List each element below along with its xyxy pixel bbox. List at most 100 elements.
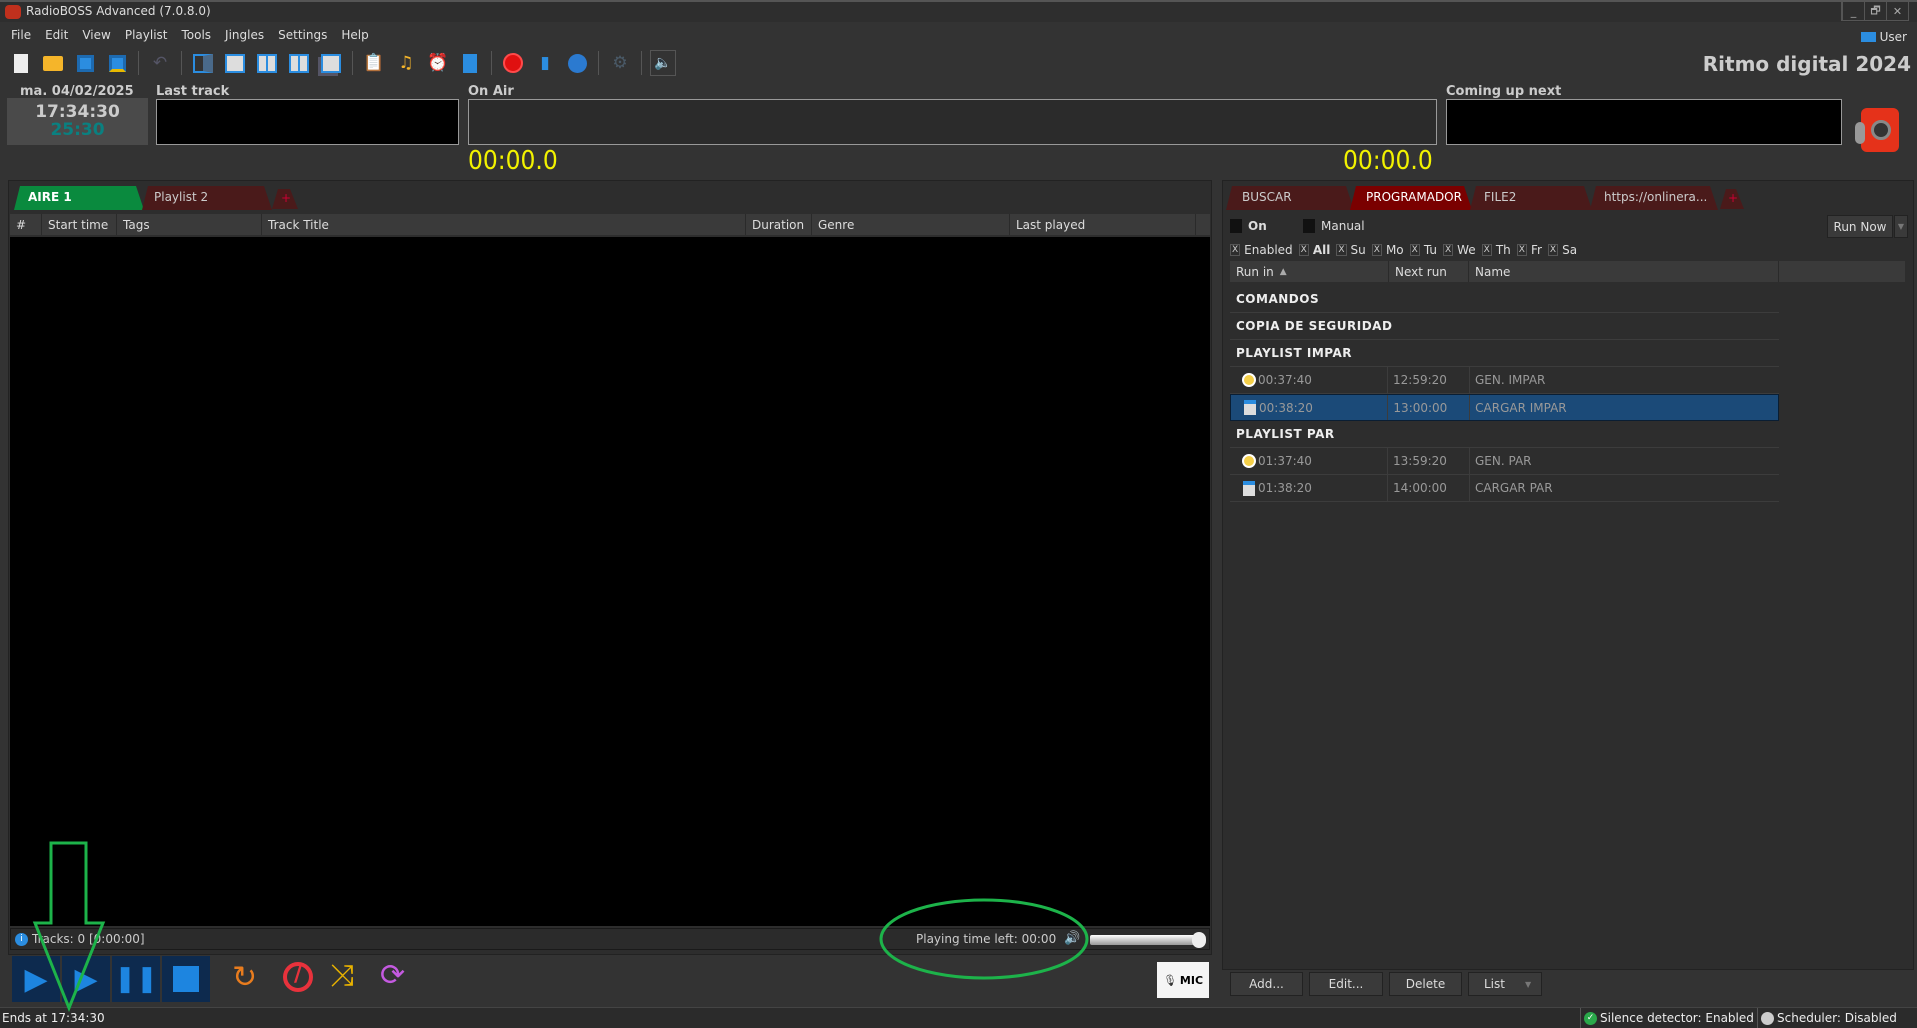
- playlist-track-list[interactable]: [10, 237, 1210, 926]
- filter-checkbox[interactable]: X: [1481, 244, 1492, 256]
- manual-checkbox[interactable]: Manual: [1303, 219, 1365, 233]
- scheduler-status[interactable]: Scheduler: Disabled: [1757, 1008, 1897, 1028]
- menu-tools[interactable]: Tools: [174, 28, 218, 42]
- pause-button[interactable]: ❚❚: [112, 956, 160, 1002]
- col-last-played[interactable]: Last played: [1010, 214, 1196, 235]
- tab-programador[interactable]: PROGRAMADOR: [1350, 186, 1472, 210]
- run-now-dropdown[interactable]: ▼: [1894, 215, 1908, 238]
- event-row[interactable]: 00:38:20 13:00:00 CARGAR IMPAR: [1230, 394, 1779, 421]
- filter-label: Su: [1350, 243, 1366, 257]
- stats-icon[interactable]: ▮: [532, 50, 558, 76]
- layout4-icon[interactable]: [286, 50, 312, 76]
- mic-button[interactable]: 🎙 MIC: [1157, 962, 1209, 998]
- scheduler-label: Scheduler: Disabled: [1777, 1011, 1897, 1025]
- menu-playlist[interactable]: Playlist: [118, 28, 175, 42]
- tab-buscar[interactable]: BUSCAR: [1226, 186, 1354, 210]
- delete-button[interactable]: Delete: [1389, 972, 1462, 996]
- disable-button[interactable]: /: [283, 962, 313, 992]
- filter-checkbox[interactable]: X: [1298, 244, 1309, 256]
- layout3-icon[interactable]: [254, 50, 280, 76]
- filter-checkbox[interactable]: X: [1230, 244, 1241, 256]
- save-icon[interactable]: [72, 50, 98, 76]
- play-next-button[interactable]: ▶: [62, 956, 110, 1002]
- new-icon[interactable]: [8, 50, 34, 76]
- filter-label: All: [1312, 243, 1331, 257]
- event-row[interactable]: 00:37:40 12:59:20 GEN. IMPAR: [1230, 367, 1779, 394]
- tab-playlist-2[interactable]: Playlist 2: [142, 186, 272, 210]
- group-row[interactable]: COPIA DE SEGURIDAD: [1230, 313, 1779, 340]
- col-tags[interactable]: Tags: [117, 214, 262, 235]
- volume-slider[interactable]: [1090, 932, 1206, 948]
- next-run: 12:59:20: [1388, 367, 1470, 393]
- ends-at: Ends at 17:34:30: [2, 1011, 105, 1025]
- add-button[interactable]: Add...: [1230, 972, 1303, 996]
- report-icon[interactable]: 📋: [361, 50, 387, 76]
- group-row[interactable]: PLAYLIST IMPAR: [1230, 340, 1779, 367]
- tab-aire-1[interactable]: AIRE 1: [14, 186, 144, 210]
- close-button[interactable]: ✕: [1886, 2, 1908, 20]
- menu-file[interactable]: File: [4, 28, 38, 42]
- user-button[interactable]: User: [1860, 30, 1907, 44]
- mute-icon[interactable]: 🔈: [650, 50, 676, 76]
- add-tab-button[interactable]: +: [1720, 189, 1744, 209]
- event-row[interactable]: 01:38:20 14:00:00 CARGAR PAR: [1230, 475, 1779, 502]
- event-name: CARGAR IMPAR: [1475, 400, 1567, 415]
- user-card-icon: [1860, 32, 1876, 42]
- col-genre[interactable]: Genre: [812, 214, 1010, 235]
- menu-help[interactable]: Help: [334, 28, 375, 42]
- music-folder-icon[interactable]: ♫: [393, 50, 419, 76]
- menu-edit[interactable]: Edit: [38, 28, 75, 42]
- shuffle-button[interactable]: ⤨: [330, 958, 354, 993]
- menu-view[interactable]: View: [75, 28, 117, 42]
- stop-button[interactable]: [162, 956, 210, 1002]
- col-duration[interactable]: Duration: [746, 214, 812, 235]
- filter-checkbox[interactable]: X: [1409, 244, 1420, 256]
- list-button[interactable]: List ▼: [1468, 972, 1542, 996]
- col-number[interactable]: #: [10, 214, 42, 235]
- settings-icon[interactable]: ⚙: [607, 50, 633, 76]
- restore-button[interactable]: 🗗: [1864, 2, 1886, 20]
- minimize-button[interactable]: _: [1842, 2, 1864, 20]
- filter-checkbox[interactable]: X: [1371, 244, 1382, 256]
- globe-icon[interactable]: [564, 50, 590, 76]
- add-tab-button[interactable]: +: [272, 189, 298, 209]
- layout2-icon[interactable]: [222, 50, 248, 76]
- event-row[interactable]: 01:37:40 13:59:20 GEN. PAR: [1230, 448, 1779, 475]
- silence-detector-status[interactable]: ✓ Silence detector: Enabled: [1580, 1008, 1754, 1028]
- scheduler-list: COMANDOS COPIA DE SEGURIDAD PLAYLIST IMPAR…: [1230, 286, 1779, 502]
- edit-button[interactable]: Edit...: [1309, 972, 1383, 996]
- col-next-run[interactable]: Next run: [1389, 261, 1469, 282]
- filter-checkbox[interactable]: X: [1547, 244, 1559, 256]
- event-name: GEN. PAR: [1475, 454, 1532, 468]
- playlist-clock-icon: [1244, 400, 1256, 415]
- menu-settings[interactable]: Settings: [271, 28, 334, 42]
- filter-checkbox[interactable]: X: [1336, 244, 1347, 256]
- playing-time-left: Playing time left: 00:00: [916, 932, 1057, 946]
- play-button[interactable]: ▶: [12, 956, 60, 1002]
- loop-button[interactable]: ↻: [232, 960, 257, 995]
- filter-checkbox[interactable]: X: [1516, 244, 1527, 256]
- col-run-in[interactable]: Run in ▲: [1230, 261, 1389, 282]
- run-now-button[interactable]: Run Now: [1827, 215, 1893, 238]
- layout5-icon[interactable]: [318, 50, 344, 76]
- col-name[interactable]: Name: [1469, 261, 1779, 282]
- notes-icon[interactable]: [457, 50, 483, 76]
- station-name: Ritmo digital 2024: [1702, 52, 1911, 76]
- on-checkbox[interactable]: On: [1230, 219, 1267, 233]
- record-icon[interactable]: [500, 50, 526, 76]
- tab-url[interactable]: https://onlinera...: [1590, 186, 1718, 210]
- repeat-button[interactable]: ⟳: [380, 958, 405, 993]
- menu-jingles[interactable]: Jingles: [218, 28, 271, 42]
- filter-label: Th: [1495, 243, 1511, 257]
- save-as-icon[interactable]: [104, 50, 130, 76]
- filter-checkbox[interactable]: X: [1442, 244, 1454, 256]
- undo-icon[interactable]: ↶: [147, 50, 173, 76]
- scheduler-icon[interactable]: ⏰: [425, 50, 451, 76]
- col-track-title[interactable]: Track Title: [262, 214, 746, 235]
- col-start-time[interactable]: Start time: [42, 214, 117, 235]
- open-icon[interactable]: [40, 50, 66, 76]
- group-row[interactable]: COMANDOS: [1230, 286, 1779, 313]
- layout1-icon[interactable]: [190, 50, 216, 76]
- group-row[interactable]: PLAYLIST PAR: [1230, 421, 1779, 448]
- tab-file2[interactable]: FILE2: [1470, 186, 1592, 210]
